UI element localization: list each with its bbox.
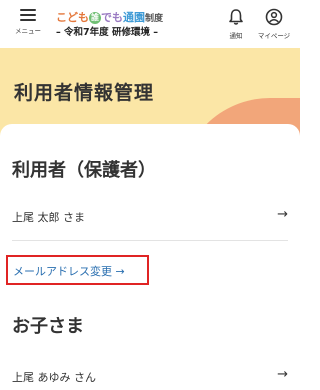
logo-part-3: でも <box>101 11 123 24</box>
app-header: メニュー こども誰でも通園制度 – 令和7年度 研修環境 – 通知 マイページ <box>0 0 300 48</box>
child-section-heading: お子さま <box>12 316 84 337</box>
user-icon <box>265 8 283 26</box>
arrow-right-icon: → <box>277 367 288 382</box>
child-name: 上尾 あゆみ さん <box>12 371 96 384</box>
mypage-button[interactable]: マイページ <box>256 8 292 44</box>
logo-part-1: こども <box>56 11 89 24</box>
hamburger-icon <box>20 9 36 21</box>
logo-part-5: 制度 <box>145 14 164 24</box>
arrow-right-icon: → <box>277 207 288 222</box>
menu-button[interactable]: メニュー <box>14 7 42 43</box>
app-logo[interactable]: こども誰でも通園制度 <box>56 6 206 24</box>
guardian-row[interactable]: 上尾 太郎 さま → <box>12 206 288 241</box>
menu-label: メニュー <box>15 27 41 35</box>
notifications-label: 通知 <box>229 32 243 40</box>
logo-part-2: 誰 <box>89 12 101 24</box>
child-row[interactable]: 上尾 あゆみ さん → <box>12 366 288 390</box>
email-change-label: メールアドレス変更 → <box>13 265 125 278</box>
mypage-label: マイページ <box>257 32 291 40</box>
environment-subtitle: – 令和7年度 研修環境 – <box>56 27 159 38</box>
guardian-section-heading: 利用者（保護者） <box>12 160 156 181</box>
bell-icon <box>229 9 243 25</box>
page-title: 利用者情報管理 <box>14 82 155 104</box>
guardian-name: 上尾 太郎 さま <box>12 211 85 224</box>
notifications-button[interactable]: 通知 <box>218 8 254 44</box>
logo-part-4: 通園 <box>123 11 145 24</box>
email-change-link[interactable]: メールアドレス変更 → <box>6 255 149 285</box>
